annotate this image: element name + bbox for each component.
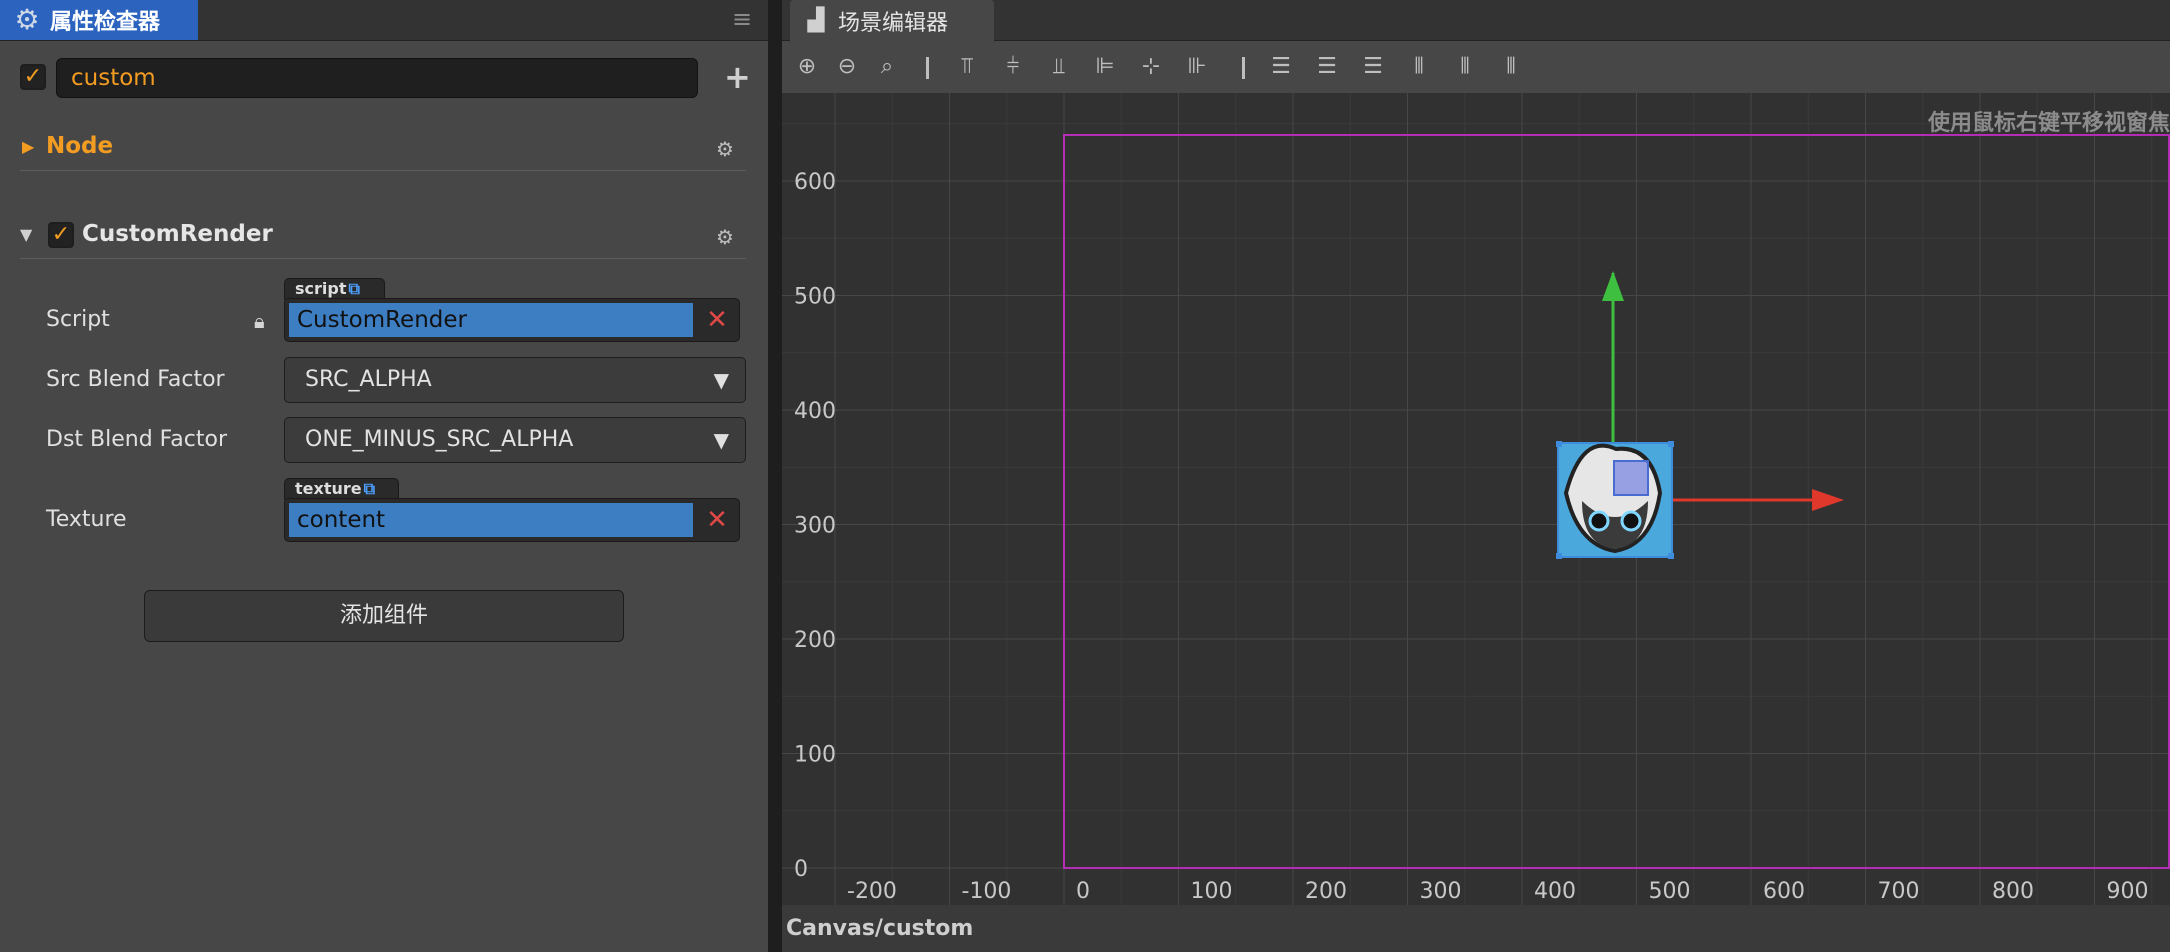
x-tick-label: 800: [1992, 879, 2034, 904]
custom-node-sprite[interactable]: [1556, 441, 1674, 559]
distribute-right-icon[interactable]: ⫴: [1496, 51, 1526, 83]
script-asset-tag[interactable]: script ⧉: [284, 278, 385, 300]
x-tick-label: -100: [962, 879, 1012, 904]
major-grid: [782, 93, 2170, 905]
inspector-tabbar: ⚙ 属性检查器 ≡: [0, 0, 768, 41]
texture-asset-value[interactable]: content: [289, 503, 693, 537]
x-tick-label: 0: [1076, 879, 1090, 904]
x-tick-label: 400: [1534, 879, 1576, 904]
src-blend-value: SRC_ALPHA: [305, 367, 432, 392]
add-component-button[interactable]: 添加组件: [144, 590, 624, 642]
node-name-input[interactable]: custom: [56, 58, 698, 98]
texture-asset-tag[interactable]: texture ⧉: [284, 478, 399, 500]
node-active-checkbox[interactable]: ✓: [20, 64, 46, 90]
script-tag-label: script: [295, 279, 347, 298]
clear-icon[interactable]: ✕: [705, 303, 729, 337]
lock-icon: 🔒︎: [254, 309, 265, 333]
clear-icon[interactable]: ✕: [705, 503, 729, 537]
gizmo-y-arrow[interactable]: [1602, 271, 1624, 301]
x-tick-label: 300: [1420, 879, 1462, 904]
texture-asset-field[interactable]: content ✕: [284, 498, 740, 542]
y-tick-label: 500: [794, 285, 836, 310]
scene-viewport[interactable]: 600 500 400 300 200 100 0 -200 -100 0 100 200 300 40…: [782, 93, 2170, 905]
align-top-icon[interactable]: ⫪: [952, 51, 982, 83]
component-settings-gear-icon[interactable]: ⚙: [714, 226, 736, 248]
toolbar-separator: [926, 57, 929, 79]
distribute-bottom-icon[interactable]: ☰: [1358, 51, 1388, 83]
script-asset-value[interactable]: CustomRender: [289, 303, 693, 337]
src-blend-select[interactable]: SRC_ALPHA ▼: [284, 357, 746, 403]
y-tick-label: 400: [794, 399, 836, 424]
x-tick-label: 700: [1878, 879, 1920, 904]
zoom-out-icon[interactable]: ⊖: [834, 51, 860, 83]
node-section-title[interactable]: Node: [46, 133, 113, 159]
y-tick-label: 600: [794, 170, 836, 195]
tab-inspector-label: 属性检查器: [50, 10, 161, 35]
tab-scene-editor[interactable]: ▟ 场景编辑器: [790, 0, 994, 41]
scene-image-icon: ▟: [807, 7, 825, 33]
component-title[interactable]: CustomRender: [82, 221, 273, 247]
x-axis-ticks: -200 -100 0 100 200 300 400 500 600 700 800 900: [847, 879, 2149, 904]
y-tick-label: 200: [794, 628, 836, 653]
dst-blend-label: Dst Blend Factor: [46, 427, 228, 452]
align-v-center-icon[interactable]: ⫩: [998, 51, 1028, 83]
y-tick-label: 0: [794, 857, 808, 882]
x-tick-label: 600: [1763, 879, 1805, 904]
plus-icon[interactable]: +: [724, 60, 752, 94]
align-h-center-icon[interactable]: ⊹: [1136, 51, 1166, 83]
texture-label: Texture: [46, 507, 127, 532]
panel-menu-icon[interactable]: ≡: [732, 7, 752, 31]
script-label: Script: [46, 307, 110, 332]
align-right-icon[interactable]: ⊪: [1182, 51, 1212, 83]
dropdown-arrow-icon: ▼: [713, 368, 729, 392]
expand-arrow-icon[interactable]: ▶: [22, 136, 34, 158]
dst-blend-value: ONE_MINUS_SRC_ALPHA: [305, 427, 574, 452]
scene-editor-panel: ▟ 场景编辑器 ⊕ ⊖ ⌕ ⫪ ⫩ ⫫ ⊫ ⊹ ⊪ ☰ ☰ ☰ ⫴ ⫴ ⫴ 60…: [782, 0, 2170, 952]
src-blend-label: Src Blend Factor: [46, 367, 225, 392]
texture-tag-label: texture: [295, 479, 362, 498]
x-tick-label: 100: [1191, 879, 1233, 904]
align-left-icon[interactable]: ⊫: [1090, 51, 1120, 83]
x-tick-label: 500: [1649, 879, 1691, 904]
align-bottom-icon[interactable]: ⫫: [1044, 51, 1074, 83]
minor-grid: [782, 93, 2170, 905]
viewport-hint: 使用鼠标右键平移视窗焦: [1927, 111, 2170, 136]
zoom-in-icon[interactable]: ⊕: [794, 51, 820, 83]
y-tick-label: 100: [794, 743, 836, 768]
tab-scene-label: 场景编辑器: [838, 10, 949, 36]
inspector-panel: ⚙ 属性检查器 ≡ ✓ custom + ▶ Node ⚙ ▼ ✓ Custom…: [0, 0, 768, 952]
scene-toolbar: ⊕ ⊖ ⌕ ⫪ ⫩ ⫫ ⊫ ⊹ ⊪ ☰ ☰ ☰ ⫴ ⫴ ⫴: [782, 41, 2170, 93]
x-tick-label: 200: [1305, 879, 1347, 904]
zoom-reset-icon[interactable]: ⌕: [874, 51, 900, 83]
gear-icon: ⚙: [14, 3, 40, 36]
panel-splitter[interactable]: [768, 0, 782, 952]
gizmo-x-arrow[interactable]: [1812, 489, 1844, 511]
node-settings-gear-icon[interactable]: ⚙: [714, 138, 736, 160]
status-path: Canvas/custom: [782, 905, 2170, 952]
dst-blend-select[interactable]: ONE_MINUS_SRC_ALPHA ▼: [284, 417, 746, 463]
distribute-left-icon[interactable]: ⫴: [1404, 51, 1434, 83]
external-link-icon[interactable]: ⧉: [348, 279, 359, 298]
tab-inspector[interactable]: ⚙ 属性检查器: [0, 0, 198, 40]
x-tick-label: 900: [2107, 879, 2149, 904]
x-tick-label: -200: [847, 879, 897, 904]
divider: [20, 258, 746, 259]
script-asset-field[interactable]: CustomRender ✕: [284, 298, 740, 342]
distribute-v-center-icon[interactable]: ☰: [1312, 51, 1342, 83]
component-enabled-checkbox[interactable]: ✓: [48, 222, 74, 248]
toolbar-separator: [1242, 57, 1245, 79]
scene-canvas[interactable]: 600 500 400 300 200 100 0 -200 -100 0 100 200 300 40…: [782, 93, 2170, 905]
dropdown-arrow-icon: ▼: [713, 428, 729, 452]
distribute-h-center-icon[interactable]: ⫴: [1450, 51, 1480, 83]
scene-tabbar: ▟ 场景编辑器: [782, 0, 2170, 41]
y-axis-ticks: 600 500 400 300 200 100 0: [794, 170, 836, 882]
divider: [20, 170, 746, 171]
external-link-icon[interactable]: ⧉: [364, 479, 375, 498]
distribute-top-icon[interactable]: ☰: [1266, 51, 1296, 83]
y-tick-label: 300: [794, 514, 836, 539]
collapse-arrow-icon[interactable]: ▼: [20, 224, 32, 246]
